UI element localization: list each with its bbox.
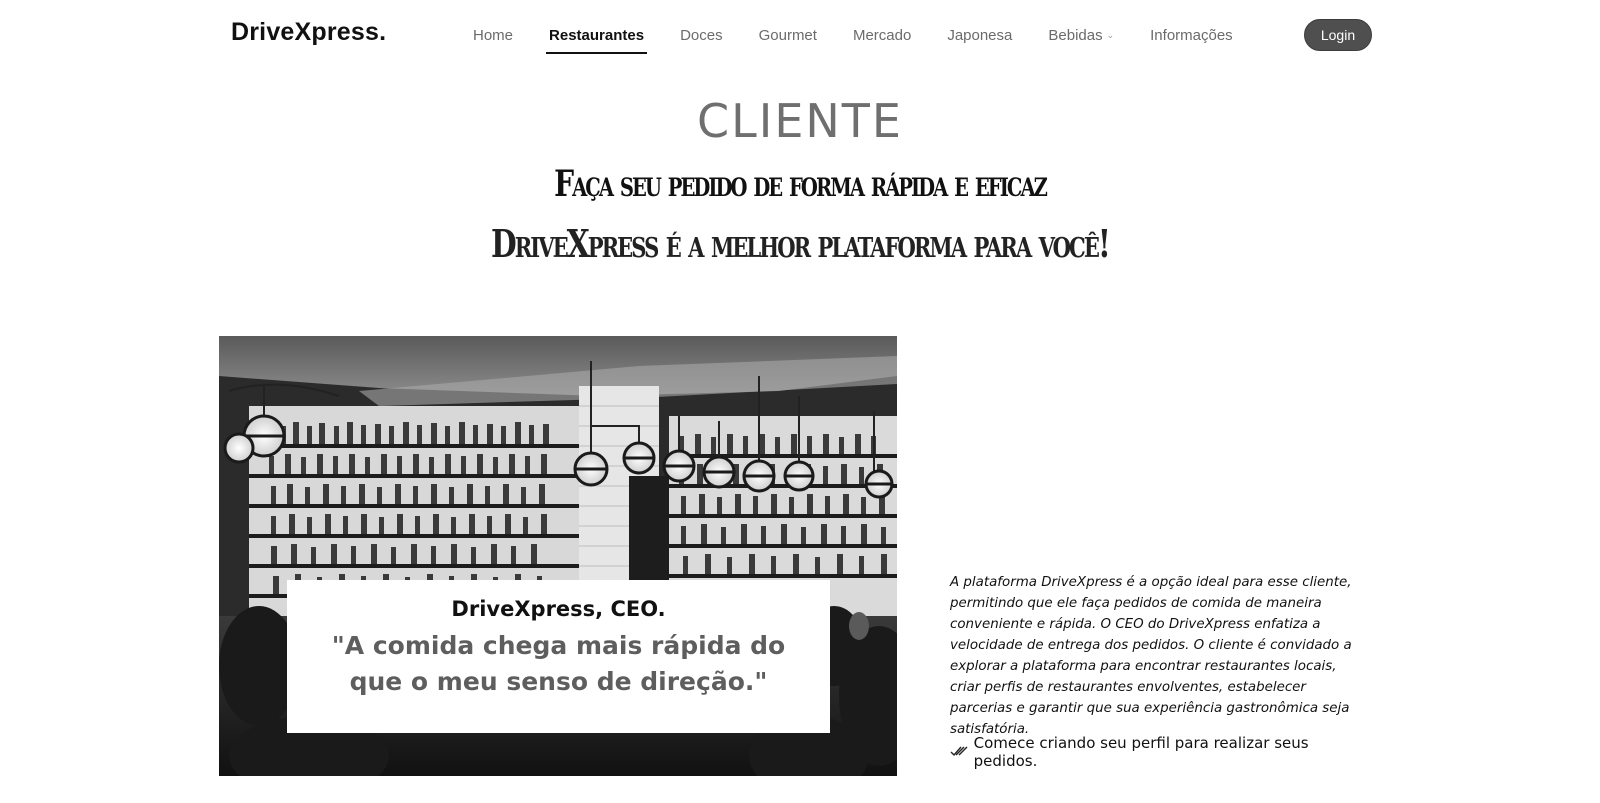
- top-navbar: DriveXpress. Home Restaurantes Doces Gou…: [0, 0, 1600, 70]
- cta-text: Comece criando seu perfil para realizar …: [973, 734, 1309, 770]
- nav-item-bebidas-label: Bebidas: [1048, 26, 1103, 44]
- bar-interior-photo: DriveXpress, CEO. "A comida chega mais r…: [219, 336, 897, 776]
- brand-name: DriveXpress: [231, 18, 380, 46]
- page-title: CLIENTE: [697, 94, 903, 148]
- nav-item-restaurantes[interactable]: Restaurantes: [546, 21, 648, 54]
- main-nav: Home Restaurantes Doces Gourmet Mercado …: [470, 0, 1266, 70]
- description-paragraph: A plataforma DriveXpress é a opção ideal…: [950, 575, 1352, 737]
- hero-tagline: DriveXpress é a melhor plataforma para v…: [490, 221, 1111, 266]
- cta-line: Comece criando seu perfil para realizar …: [950, 734, 1370, 770]
- quote-text: "A comida chega mais rápida do que o meu…: [331, 631, 786, 696]
- nav-item-doces[interactable]: Doces: [677, 21, 726, 50]
- quote-card: DriveXpress, CEO. "A comida chega mais r…: [287, 580, 830, 733]
- nav-item-gourmet[interactable]: Gourmet: [756, 21, 820, 50]
- double-check-icon: [950, 743, 970, 761]
- hero-subtitle: Faça seu pedido de forma rápida e eficaz: [554, 163, 1048, 205]
- quote-author: DriveXpress, CEO.: [451, 597, 666, 621]
- login-button[interactable]: Login: [1304, 19, 1372, 51]
- nav-item-bebidas-dropdown[interactable]: Bebidas ⌄: [1045, 21, 1117, 50]
- hero-section: CLIENTE Faça seu pedido de forma rápida …: [0, 88, 1600, 276]
- brand-logo[interactable]: DriveXpress.: [231, 18, 386, 47]
- nav-item-home[interactable]: Home: [470, 21, 516, 50]
- chevron-down-icon: ⌄: [1106, 30, 1115, 41]
- nav-item-japonesa[interactable]: Japonesa: [944, 21, 1015, 50]
- nav-item-informacoes[interactable]: Informações: [1147, 21, 1236, 50]
- nav-item-mercado[interactable]: Mercado: [850, 21, 914, 50]
- brand-dot: .: [379, 18, 387, 46]
